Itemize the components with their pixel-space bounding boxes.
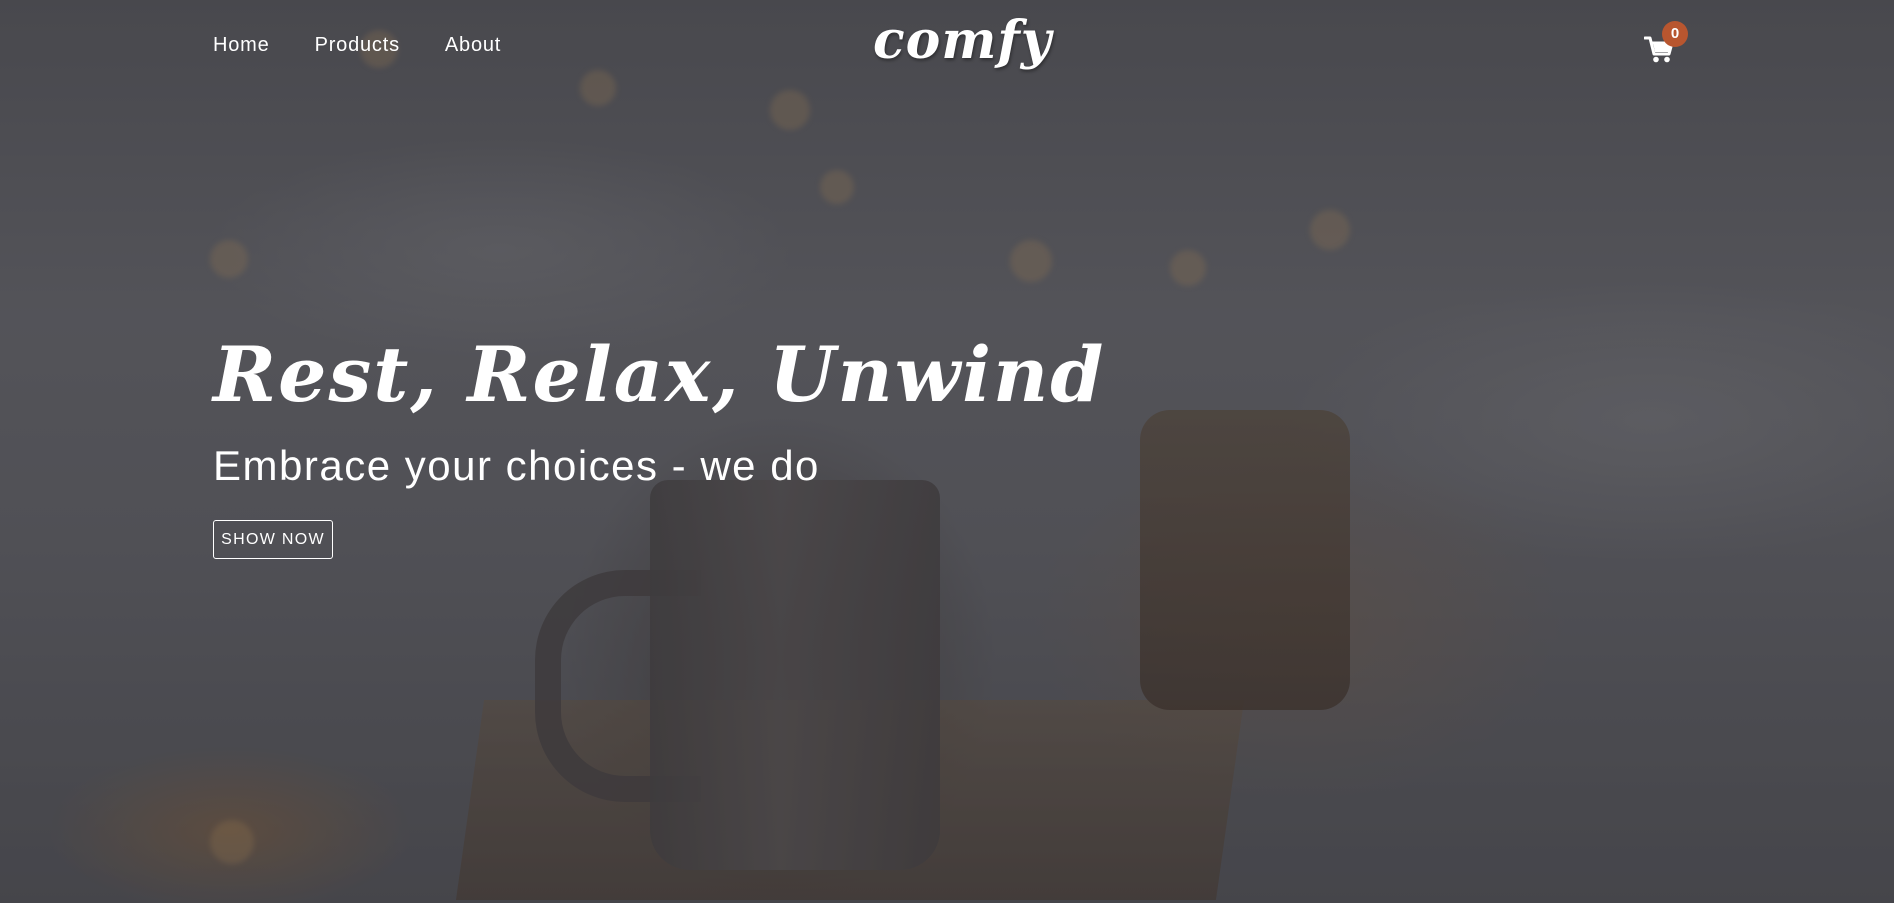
- nav-link-products[interactable]: Products: [315, 34, 400, 57]
- nav-link-home[interactable]: Home: [213, 34, 270, 57]
- hero-title: Rest, Relax, Unwind: [213, 330, 1106, 419]
- cart-count-badge: 0: [1662, 21, 1688, 47]
- nav-link-about[interactable]: About: [445, 34, 501, 57]
- hero-subtitle: Embrace your choices - we do: [213, 442, 820, 489]
- nav-links: Home Products About: [213, 34, 501, 57]
- navbar: Home Products About comfy 0: [0, 0, 1894, 92]
- hero-section: Home Products About comfy 0 Rest, Relax,…: [0, 0, 1894, 903]
- logo: comfy: [873, 10, 1052, 71]
- show-now-button[interactable]: SHOW NOW: [213, 520, 333, 559]
